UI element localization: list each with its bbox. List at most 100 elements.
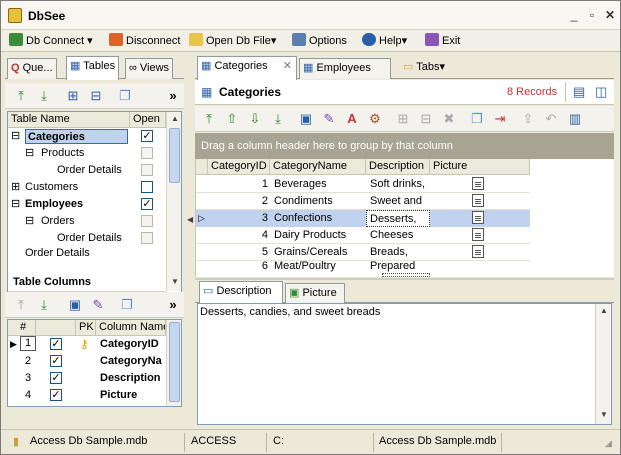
table-row[interactable]: Order Details bbox=[8, 247, 166, 259]
close-tab-icon[interactable]: ✕ bbox=[283, 57, 292, 76]
tab-tables[interactable]: ▦ Tables bbox=[66, 56, 120, 80]
properties-icon[interactable]: ▣ bbox=[67, 297, 83, 313]
picture-icon[interactable] bbox=[472, 194, 484, 207]
move-top-icon[interactable]: ⤒ bbox=[13, 88, 29, 104]
first-record-icon[interactable]: ⤒ bbox=[201, 111, 217, 127]
resize-grip[interactable] bbox=[382, 273, 430, 277]
edit-icon[interactable]: ✎ bbox=[90, 297, 106, 313]
columns-vertical-scrollbar[interactable] bbox=[166, 320, 181, 406]
tab-queries[interactable]: Q Que... bbox=[7, 58, 57, 79]
scroll-up-icon[interactable]: ▲ bbox=[597, 304, 611, 318]
collapse-tree-icon[interactable]: ⊟ bbox=[418, 111, 434, 127]
column-row[interactable]: ▶ 1 ✓ ⚷ CategoryID bbox=[8, 336, 166, 353]
open-checkbox[interactable]: ✓ bbox=[141, 198, 153, 210]
picture-icon[interactable] bbox=[472, 211, 484, 224]
delete-icon[interactable]: ✖ bbox=[441, 111, 457, 127]
table-row[interactable]: ⊟ Categories ✓ bbox=[8, 128, 166, 145]
horizontal-splitter[interactable] bbox=[195, 278, 614, 280]
scroll-down-icon[interactable]: ▼ bbox=[597, 408, 611, 422]
data-row[interactable]: 4 Dairy Products Cheeses bbox=[196, 227, 530, 244]
expand-tree-icon[interactable]: ⊞ bbox=[65, 88, 81, 104]
columns-icon[interactable]: ▥ bbox=[567, 111, 583, 127]
table-row[interactable]: ⊟ Employees ✓ bbox=[8, 196, 166, 213]
layout-horizontal-icon[interactable]: ▤ bbox=[573, 84, 585, 100]
disconnect-button[interactable]: Disconnect bbox=[109, 33, 180, 49]
options-button[interactable]: Options bbox=[292, 33, 347, 49]
open-checkbox[interactable] bbox=[141, 215, 153, 227]
scroll-up-icon[interactable]: ▲ bbox=[168, 112, 181, 126]
column-checkbox[interactable]: ✓ bbox=[50, 389, 62, 401]
tab-employees[interactable]: ▦ Employees bbox=[299, 58, 391, 79]
help-button[interactable]: Help▾ bbox=[362, 33, 407, 49]
edit-icon[interactable]: ✎ bbox=[321, 111, 337, 127]
column-header-pk[interactable]: PK bbox=[76, 320, 96, 336]
vertical-splitter[interactable]: ◀ bbox=[186, 55, 194, 427]
scroll-thumb[interactable] bbox=[169, 128, 180, 183]
close-icon[interactable]: ✕ bbox=[603, 9, 617, 22]
data-row-selected[interactable]: ▷ 3 Confections Desserts, bbox=[196, 210, 530, 227]
exit-button[interactable]: Exit bbox=[425, 33, 460, 49]
collapse-icon[interactable]: ⊟ bbox=[25, 145, 34, 161]
data-row[interactable]: 1 Beverages Soft drinks, bbox=[196, 176, 530, 193]
open-checkbox[interactable] bbox=[141, 181, 153, 193]
picture-icon[interactable] bbox=[472, 177, 484, 190]
table-row[interactable]: ⊟ Products bbox=[8, 145, 166, 162]
column-checkbox[interactable]: ✓ bbox=[50, 355, 62, 367]
scroll-thumb[interactable] bbox=[169, 322, 180, 402]
move-bottom-icon[interactable]: ⤓ bbox=[36, 88, 52, 104]
table-row[interactable]: Order Details bbox=[8, 162, 166, 179]
column-header-picture[interactable]: Picture bbox=[430, 159, 530, 175]
undo-icon[interactable]: ↶ bbox=[543, 111, 559, 127]
copy-icon[interactable]: ❐ bbox=[117, 88, 133, 104]
table-row[interactable]: ⊟ Orders bbox=[8, 213, 166, 230]
open-checkbox[interactable] bbox=[141, 147, 153, 159]
font-icon[interactable]: A bbox=[344, 111, 360, 127]
maximize-icon[interactable]: ▫ bbox=[585, 9, 599, 22]
picture-icon[interactable] bbox=[472, 245, 484, 258]
column-checkbox[interactable]: ✓ bbox=[50, 338, 62, 350]
column-row[interactable]: 3 ✓ Description bbox=[8, 370, 166, 387]
minimize-icon[interactable]: _ bbox=[567, 9, 581, 22]
data-row[interactable]: 2 Condiments Sweet and bbox=[196, 193, 530, 210]
settings-icon[interactable]: ⚙ bbox=[367, 111, 383, 127]
column-header-categoryname[interactable]: CategoryName bbox=[270, 159, 366, 175]
open-checkbox[interactable] bbox=[141, 164, 153, 176]
description-textarea[interactable]: Desserts, candies, and sweet breads ▲ ▼ bbox=[197, 303, 612, 425]
tab-description[interactable]: ▭ Description bbox=[199, 281, 283, 303]
previous-record-icon[interactable]: ⇧ bbox=[224, 111, 240, 127]
group-by-panel[interactable]: Drag a column header here to group by th… bbox=[195, 133, 614, 159]
table-row[interactable]: Order Details bbox=[8, 230, 166, 247]
tab-picture[interactable]: ▣ Picture bbox=[285, 283, 345, 303]
copy-icon[interactable]: ❐ bbox=[469, 111, 485, 127]
column-header-description[interactable]: Description bbox=[366, 159, 430, 175]
tabs-menu-button[interactable]: ▭ Tabs▾ bbox=[403, 60, 445, 73]
move-down-icon[interactable]: ⤓ bbox=[36, 297, 52, 313]
db-connect-button[interactable]: Db Connect ▾ bbox=[9, 33, 93, 49]
resize-grip-icon[interactable]: ◢ bbox=[605, 438, 612, 449]
description-scrollbar[interactable]: ▲ ▼ bbox=[595, 304, 611, 424]
data-row[interactable]: 5 Grains/Cereals Breads, bbox=[196, 244, 530, 261]
last-record-icon[interactable]: ⤓ bbox=[270, 111, 286, 127]
open-db-file-button[interactable]: Open Db File▾ bbox=[189, 33, 276, 49]
upload-icon[interactable]: ⇪ bbox=[520, 111, 536, 127]
chevron-right-icon[interactable]: » bbox=[165, 88, 181, 104]
export-icon[interactable]: ⇥ bbox=[492, 111, 508, 127]
properties-icon[interactable]: ▣ bbox=[298, 111, 314, 127]
next-record-icon[interactable]: ⇩ bbox=[247, 111, 263, 127]
collapse-icon[interactable]: ⊟ bbox=[25, 213, 34, 229]
column-checkbox[interactable]: ✓ bbox=[50, 372, 62, 384]
scroll-down-icon[interactable]: ▼ bbox=[168, 275, 181, 289]
column-header-open[interactable]: Open bbox=[130, 112, 166, 128]
data-row[interactable]: 6 Meat/Poultry Prepared bbox=[196, 261, 530, 273]
collapse-icon[interactable]: ⊟ bbox=[11, 128, 20, 144]
copy-icon[interactable]: ❐ bbox=[119, 297, 135, 313]
column-row[interactable]: 4 ✓ Picture bbox=[8, 387, 166, 404]
cell-description[interactable]: Desserts, bbox=[366, 210, 430, 227]
column-row[interactable]: 2 ✓ CategoryNa bbox=[8, 353, 166, 370]
expand-tree-icon[interactable]: ⊞ bbox=[395, 111, 411, 127]
expand-icon[interactable]: ⊞ bbox=[11, 179, 20, 195]
collapse-tree-icon[interactable]: ⊟ bbox=[88, 88, 104, 104]
column-header-categoryid[interactable]: CategoryID bbox=[208, 159, 270, 175]
tab-categories[interactable]: ▦ Categories ✕ bbox=[197, 56, 297, 80]
layout-vertical-icon[interactable]: ◫ bbox=[595, 84, 607, 100]
